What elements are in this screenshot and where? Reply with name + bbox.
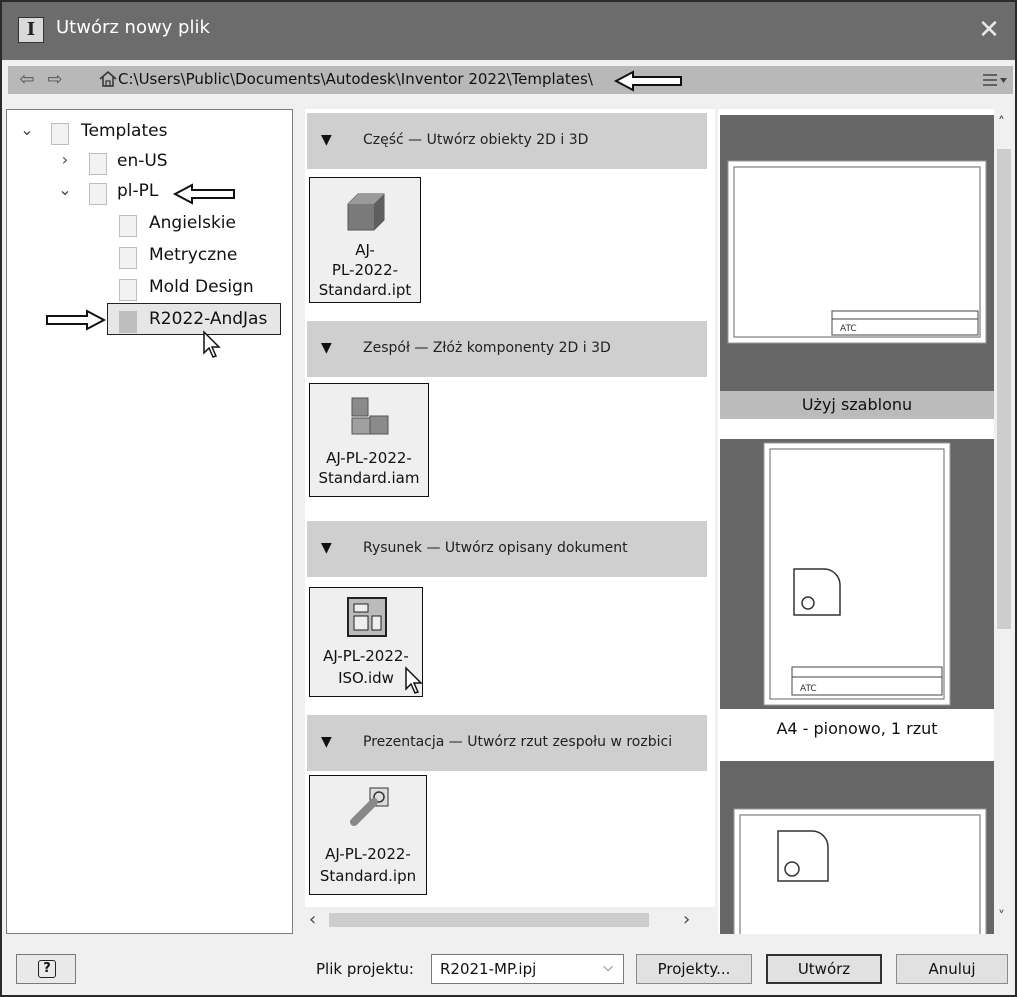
scrollbar-thumb[interactable]: [997, 149, 1011, 629]
folder-icon: [89, 153, 107, 175]
path-bar: ⇦ ⇨ C:\Users\Public\Documents\Autodesk\I…: [8, 66, 1013, 94]
triangle-down-icon: ▼: [321, 734, 332, 750]
tree-label: Angielskie: [149, 213, 236, 233]
section-header-assembly[interactable]: ▼ Zespół — Złóż komponenty 2D i 3D: [307, 321, 707, 377]
project-file-value: R2021-MP.ipj: [440, 960, 537, 978]
window-title: Utwórz nowy plik: [56, 17, 210, 38]
section-header-presentation[interactable]: ▼ Prezentacja — Utwórz rzut zespołu w ro…: [307, 715, 707, 771]
template-tile-ipt[interactable]: AJ- PL-2022- Standard.ipt: [309, 177, 421, 303]
folder-tree: ⌄ Templates › en-US ⌄ pl-PL Angielskie M…: [6, 109, 293, 934]
tree-item-mold-design[interactable]: Mold Design: [119, 274, 289, 304]
home-icon[interactable]: [98, 69, 118, 89]
drawing-sheet-icon: [347, 597, 387, 637]
vertical-scrollbar[interactable]: ˄ ˅: [994, 109, 1015, 934]
chevron-down-icon[interactable]: ⌵: [603, 960, 613, 975]
projects-button[interactable]: Projekty...: [636, 954, 752, 984]
tree-label: Templates: [81, 121, 168, 141]
preview-landscape-sheet[interactable]: ATC: [720, 115, 994, 391]
file-name-line: AJ-PL-2022-: [323, 647, 409, 665]
folder-icon: [119, 215, 137, 237]
templates-list: ▼ Część — Utwórz obiekty 2D i 3D AJ- PL-…: [305, 109, 715, 934]
section-header-drawing[interactable]: ▼ Rysunek — Utwórz opisany dokument: [307, 521, 707, 577]
forward-arrow-icon[interactable]: ⇨: [44, 69, 66, 91]
scroll-up-icon[interactable]: ˄: [998, 115, 1005, 131]
tree-label: Mold Design: [149, 277, 254, 297]
view-options-icon[interactable]: [979, 69, 1009, 91]
svg-text:ATC: ATC: [800, 684, 817, 694]
section-title: Prezentacja — Utwórz rzut zespołu w rozb…: [363, 734, 673, 750]
file-name-line: Standard.ipt: [318, 281, 412, 299]
part-cube-icon: [347, 193, 385, 231]
project-file-label: Plik projektu:: [316, 960, 414, 978]
sheet-thumbnail: [733, 808, 987, 934]
template-tile-iam[interactable]: AJ-PL-2022- Standard.iam: [309, 383, 429, 497]
template-tile-ipn[interactable]: AJ-PL-2022- Standard.ipn: [309, 775, 427, 895]
section-header-part[interactable]: ▼ Część — Utwórz obiekty 2D i 3D: [307, 113, 707, 169]
section-title: Rysunek — Utwórz opisany dokument: [363, 540, 628, 556]
template-tile-idw[interactable]: AJ-PL-2022- ISO.idw: [309, 587, 423, 697]
horizontal-scrollbar[interactable]: ‹ ›: [305, 907, 715, 934]
help-button[interactable]: ?: [16, 954, 76, 984]
mouse-cursor-icon: [405, 666, 423, 694]
file-name-line: AJ-PL-2022-: [325, 845, 411, 863]
path-breadcrumb[interactable]: C:\Users\Public\Documents\Autodesk\Inven…: [118, 70, 593, 88]
tree-item-en-us[interactable]: › en-US: [55, 148, 255, 178]
annotation-arrow-icon: [613, 70, 682, 92]
use-template-label[interactable]: Użyj szablonu: [720, 391, 994, 419]
triangle-down-icon: ▼: [321, 132, 332, 148]
file-name-line: Standard.iam: [318, 469, 420, 487]
title-bar: I Utwórz nowy plik ✕: [2, 2, 1015, 60]
annotation-arrow-icon: [46, 309, 107, 331]
project-file-select[interactable]: R2021-MP.ipj ⌵: [431, 954, 624, 984]
tree-item-angielskie[interactable]: Angielskie: [119, 210, 279, 240]
new-file-dialog: I Utwórz nowy plik ✕ ⇦ ⇨ C:\Users\Public…: [0, 0, 1017, 997]
preview-panel: ATC Użyj szablonu ATC A4 - pionowo, 1 rz…: [718, 109, 994, 934]
triangle-down-icon: ▼: [321, 540, 332, 556]
scroll-right-icon[interactable]: ›: [683, 909, 690, 930]
presentation-magnifier-icon: [350, 787, 389, 826]
file-name-line: AJ-: [355, 241, 375, 259]
folder-icon: [51, 123, 69, 145]
file-name-line: Standard.ipn: [319, 867, 417, 885]
triangle-down-icon: ▼: [321, 340, 332, 356]
scrollbar-thumb[interactable]: [329, 913, 649, 927]
tree-label: en-US: [117, 151, 168, 171]
cancel-button[interactable]: Anuluj: [896, 954, 1008, 984]
section-title: Część — Utwórz obiekty 2D i 3D: [363, 132, 589, 148]
tree-label: R2022-AndJas: [149, 309, 268, 329]
file-name-line: PL-2022-: [331, 261, 399, 279]
help-icon: ?: [38, 960, 56, 978]
portrait-sheet-thumbnail: ATC: [763, 442, 951, 706]
inventor-app-icon: I: [18, 17, 44, 43]
file-name-line: AJ-PL-2022-: [326, 449, 412, 467]
chevron-down-icon[interactable]: ⌄: [17, 120, 37, 139]
preview-third-sheet[interactable]: [720, 761, 994, 934]
tree-label: Metryczne: [149, 245, 238, 265]
close-icon[interactable]: ✕: [971, 12, 1007, 48]
assembly-blocks-icon: [351, 397, 389, 435]
tree-item-templates[interactable]: ⌄ Templates: [17, 118, 277, 148]
chevron-down-icon[interactable]: ⌄: [55, 180, 75, 199]
folder-icon: [119, 311, 137, 333]
folder-icon: [119, 247, 137, 269]
mouse-cursor-icon: [203, 330, 221, 358]
tree-label: pl-PL: [117, 181, 159, 201]
tree-item-metryczne[interactable]: Metryczne: [119, 242, 279, 272]
svg-text:ATC: ATC: [840, 324, 857, 334]
annotation-arrow-icon: [172, 183, 235, 205]
folder-icon: [119, 279, 137, 301]
scroll-left-icon[interactable]: ‹: [309, 909, 316, 930]
a4-portrait-label[interactable]: A4 - pionowo, 1 rzut: [720, 719, 994, 745]
scroll-down-icon[interactable]: ˅: [998, 909, 1005, 925]
preview-a4-portrait[interactable]: ATC: [720, 439, 994, 709]
chevron-right-icon[interactable]: ›: [55, 150, 75, 169]
section-title: Zespół — Złóż komponenty 2D i 3D: [363, 340, 611, 356]
folder-icon: [89, 183, 107, 205]
create-button[interactable]: Utwórz: [766, 954, 882, 984]
back-arrow-icon[interactable]: ⇦: [16, 69, 38, 91]
landscape-sheet-thumbnail: ATC: [727, 160, 987, 344]
